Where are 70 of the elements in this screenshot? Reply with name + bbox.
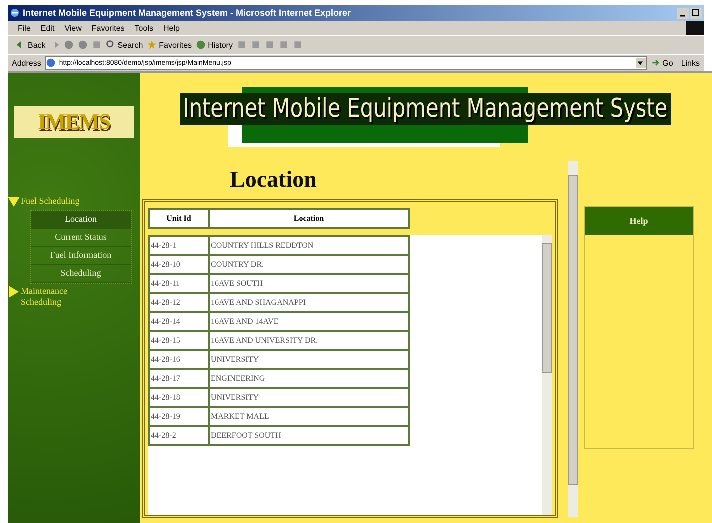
scrollbar[interactable] [568,161,578,517]
address-label: Address [12,58,42,68]
menu-item[interactable]: Help [163,24,180,32]
nav-group[interactable]: Fuel Scheduling [8,196,140,208]
dropdown-button[interactable] [636,58,646,68]
table-cell-text: COUNTRY DR. [210,259,266,271]
table-cell: 44-28-16 [150,351,210,368]
table-cell: 44-28-19 [150,408,210,425]
maximize-icon [692,9,700,17]
table-cell: 44-28-2 [150,427,210,444]
nav-item[interactable]: Location [31,211,131,229]
nav-item[interactable]: Current Status [31,229,131,247]
toolbar-button[interactable]: Favorites [147,40,192,50]
toolbar-button[interactable]: Search [106,40,144,50]
triangle-down-icon [8,196,20,208]
menu-item[interactable]: File [18,24,31,32]
toolbar-button[interactable]: History [196,40,233,50]
menu-item[interactable]: Edit [40,24,55,32]
toolbar-icon[interactable] [250,40,261,50]
toolbar-icon[interactable] [92,40,102,50]
table-cell-text: COUNTRY HILLS REDDTON [210,240,315,252]
table-cell-text: MARKET MALL [210,411,270,423]
table-cell-text: ENGINEERING [210,373,266,385]
table-cell-text: 16AVE AND UNIVERSITY DR. [210,335,320,347]
dropdown-arrow-icon [637,60,644,66]
toolbar-button[interactable]: Back [16,40,46,50]
table-cell: 44-28-12 [150,294,210,311]
column-header: Unit Id [150,210,210,227]
table-cell-text: UNIVERSITY [210,392,260,404]
table-cell-text: UNIVERSITY [210,354,260,366]
toolbar-icon[interactable] [292,40,303,50]
triangle-right-icon [8,286,20,298]
go-button[interactable]: Go [650,58,678,68]
links-button[interactable]: Links [681,58,704,68]
nav-group[interactable]: Maintenance Scheduling [8,286,140,308]
toolbar-icon[interactable] [78,40,88,50]
table-cell-text: 16AVE AND SHAGANAPPI [210,297,307,309]
table-cell: 44-28-14 [150,313,210,330]
arrow-icon [650,58,661,68]
toolbar-icon[interactable] [264,40,275,50]
star-icon [147,40,158,50]
column-header: Location [292,213,326,225]
toolbar-icon[interactable] [278,40,289,50]
menu-item[interactable]: Favorites [92,24,125,32]
nav-item[interactable]: Fuel Information [31,247,131,265]
maximize-button[interactable] [690,8,702,18]
toolbar-icon[interactable] [236,40,247,50]
banner-title: Internet Mobile Equipment Management Syste [180,93,671,125]
table-cell: 44-28-1 [150,237,210,254]
table-cell: 44-28-17 [150,370,210,387]
table-cell: 44-28-11 [150,275,210,292]
scrollbar[interactable] [542,235,552,515]
window-title: Internet Mobile Equipment Management System - Microsoft Internet Explorer [23,8,352,18]
table-cell: 44-28-15 [150,332,210,349]
toolbar-icon[interactable] [64,40,74,50]
table-cell-text: DEERFOOT SOUTH [210,430,282,442]
menu-item[interactable]: Tools [134,24,154,32]
table-cell: 44-28-18 [150,389,210,406]
help-title: Help [585,207,693,235]
nav-item[interactable]: Scheduling [31,265,131,283]
page-heading: Location [230,167,318,193]
logo: IMEMS [14,106,134,138]
browser-icon [10,8,20,18]
table-cell: 44-28-10 [150,256,210,273]
page-icon [46,58,56,68]
menu-item[interactable]: View [64,24,82,32]
table-cell-text: 16AVE AND 14AVE [210,316,280,328]
minimize-button[interactable] [677,8,689,18]
table-cell-text: 16AVE SOUTH [210,278,264,290]
search-icon [106,40,116,50]
